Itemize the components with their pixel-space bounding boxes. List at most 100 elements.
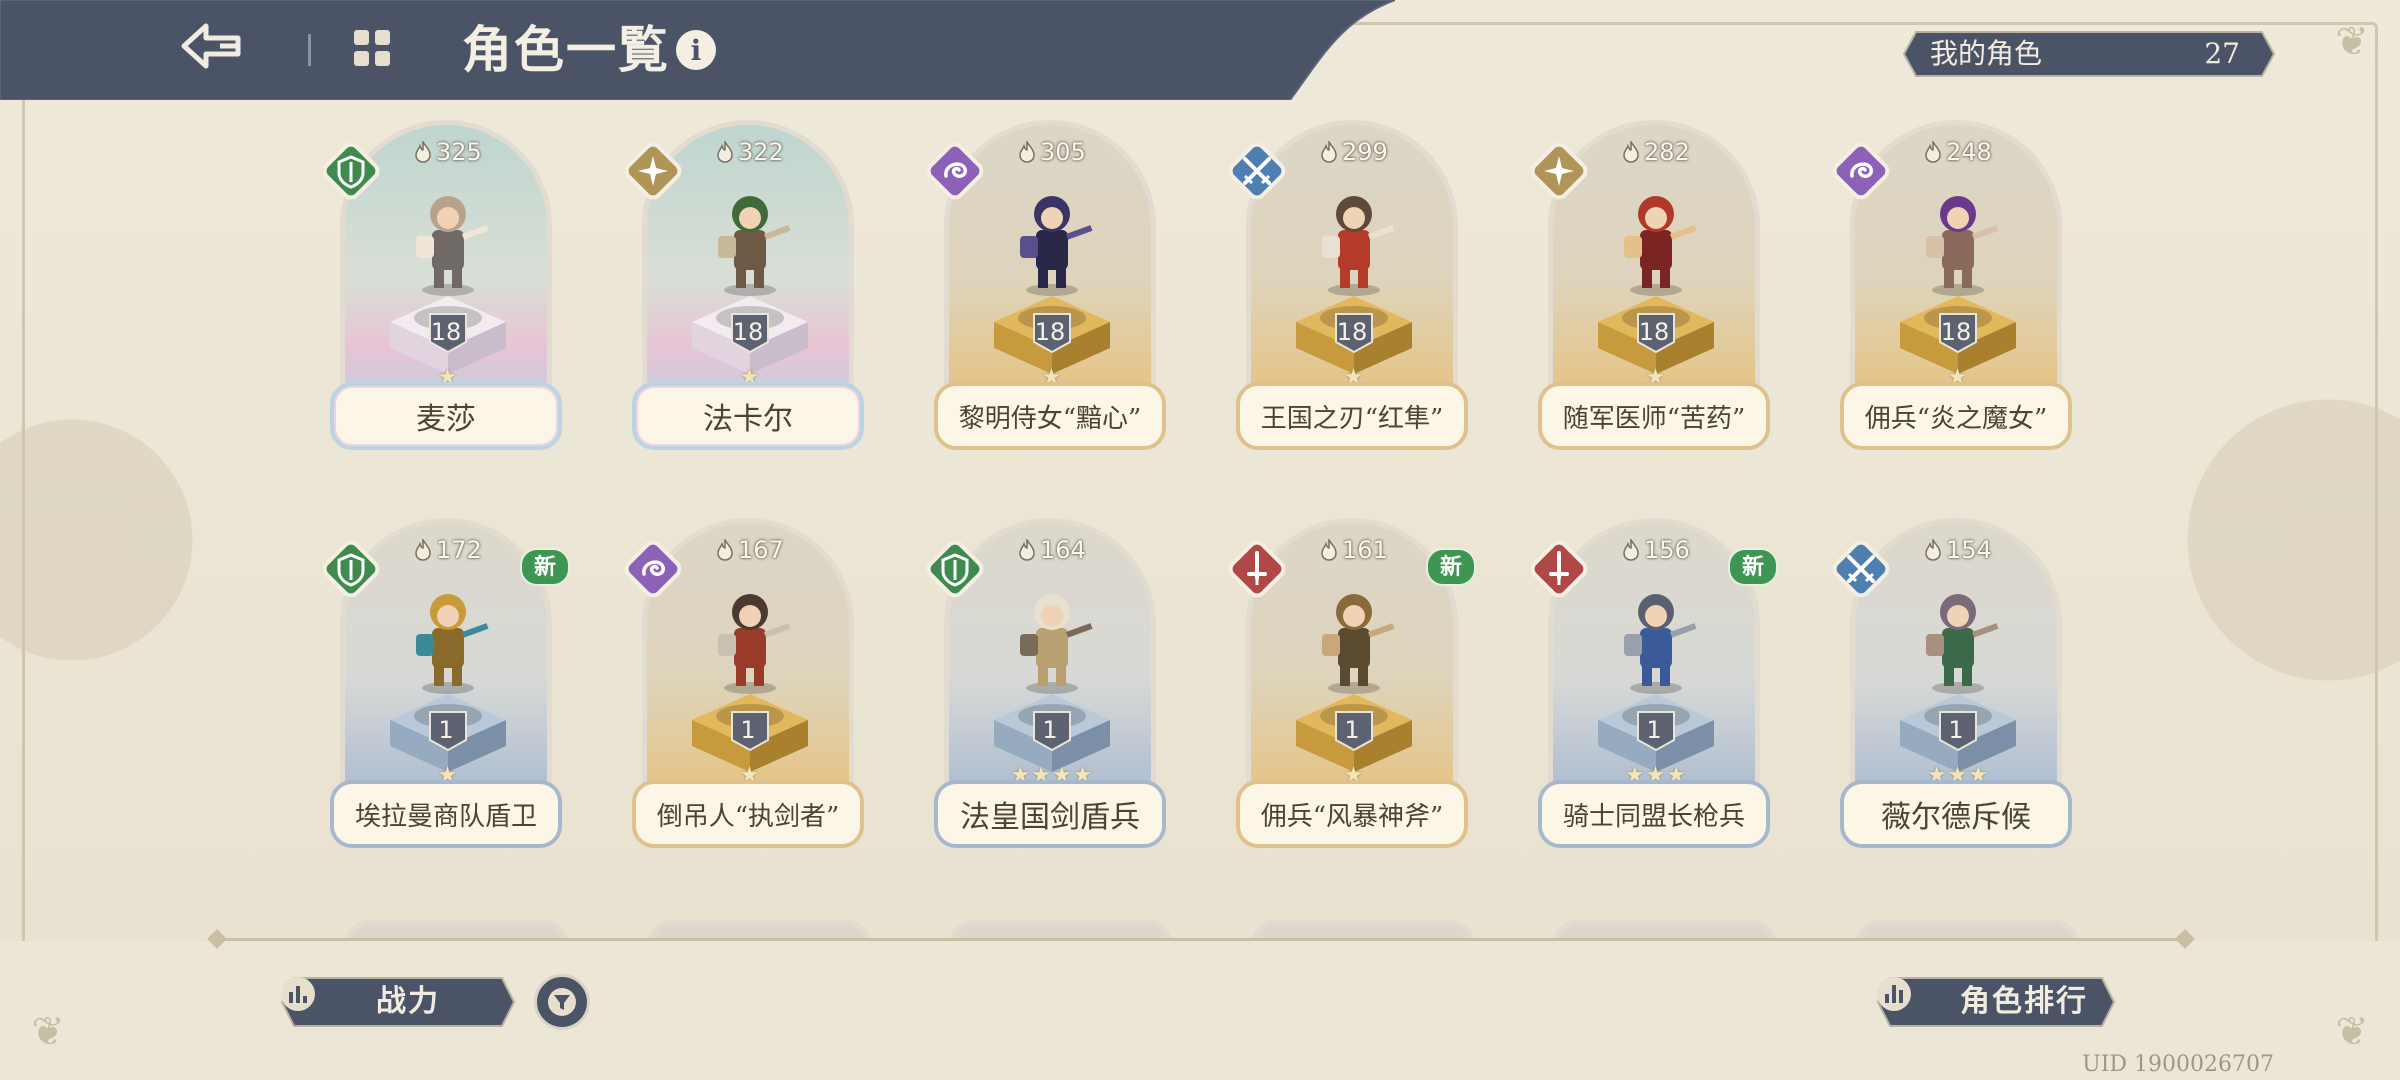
character-name-text: 骑士同盟长枪兵 xyxy=(1562,801,1745,832)
character-card[interactable]: 1 ★ 172 埃拉曼商队盾卫 新 xyxy=(322,518,570,858)
info-icon[interactable]: i xyxy=(676,30,716,70)
class-shield-icon xyxy=(322,142,380,200)
character-name: 黎明侍女“黯心” xyxy=(934,382,1166,450)
character-sprite xyxy=(1624,196,1697,296)
power-number: 154 xyxy=(1946,536,1992,564)
character-name-text: 埃拉曼商队盾卫 xyxy=(354,801,537,832)
character-sprite xyxy=(1020,594,1093,694)
flame-icon xyxy=(717,141,733,163)
power-value: 305 xyxy=(1018,136,1086,168)
power-number: 282 xyxy=(1644,138,1690,166)
character-sprite xyxy=(1322,594,1395,694)
power-value: 282 xyxy=(1622,136,1690,168)
new-badge: 新 xyxy=(520,548,570,586)
character-name-text: 法卡尔 xyxy=(703,402,793,437)
character-card[interactable]: 18 ★ 325 麦莎 xyxy=(322,120,568,460)
character-name: 倒吊人“执剑者” xyxy=(632,780,864,848)
character-name: 随军医师“苦药” xyxy=(1538,382,1770,450)
grid-menu-icon xyxy=(354,30,390,66)
my-characters-label: 我的角色 xyxy=(1930,37,2043,70)
power-value: 325 xyxy=(414,136,482,168)
new-badge: 新 xyxy=(1728,548,1778,586)
class-crossed-swords-icon xyxy=(1228,142,1286,200)
power-number: 248 xyxy=(1946,138,1992,166)
page-title: 角色一覧 xyxy=(462,20,670,79)
filter-button[interactable] xyxy=(534,974,590,1030)
character-sprite xyxy=(1926,594,1999,694)
header-divider xyxy=(308,34,311,66)
character-name: 佣兵“炎之魔女” xyxy=(1840,382,2072,450)
level-value: 1 xyxy=(1646,716,1662,744)
back-arrow-icon xyxy=(181,23,241,69)
character-name: 法皇国剑盾兵 xyxy=(934,780,1166,848)
header-bar: 角色一覧 i xyxy=(0,0,1395,100)
character-sprite xyxy=(1020,196,1093,296)
level-value: 1 xyxy=(1042,716,1058,744)
character-card[interactable]: 1 ★★★ 156 骑士同盟长枪兵 新 xyxy=(1530,518,1778,858)
flame-icon xyxy=(1623,539,1639,561)
class-shield-icon xyxy=(322,540,380,598)
character-name: 王国之刃“红隼” xyxy=(1236,382,1468,450)
sort-power-button[interactable]: 战力 xyxy=(280,976,516,1028)
character-name: 骑士同盟长枪兵 xyxy=(1538,780,1770,848)
power-value: 172 xyxy=(414,534,482,566)
menu-button[interactable] xyxy=(350,26,410,74)
character-card[interactable]: 18 ★ 305 黎明侍女“黯心” xyxy=(926,120,1172,460)
character-card[interactable]: 1 ★ 167 倒吊人“执剑者” xyxy=(624,518,870,858)
character-sprite xyxy=(416,594,489,694)
class-shield-icon xyxy=(926,540,984,598)
character-sprite xyxy=(718,594,791,694)
power-number: 305 xyxy=(1040,138,1086,166)
power-value: 164 xyxy=(1018,534,1086,566)
character-card[interactable]: 18 ★ 248 佣兵“炎之魔女” xyxy=(1832,120,2078,460)
level-value: 18 xyxy=(1940,318,1972,346)
level-value: 18 xyxy=(1336,318,1368,346)
corner-ornament: ❦ xyxy=(2335,19,2369,65)
flame-icon xyxy=(717,539,733,561)
character-card[interactable]: 1 ★ 161 佣兵“风暴神斧” 新 xyxy=(1228,518,1476,858)
character-card[interactable]: 18 ★ 322 法卡尔 xyxy=(624,120,870,460)
level-value: 18 xyxy=(430,318,462,346)
level-value: 18 xyxy=(1638,318,1670,346)
character-name-text: 佣兵“风暴神斧” xyxy=(1260,801,1444,832)
character-card[interactable]: 1 ★★★★ 164 法皇国剑盾兵 xyxy=(926,518,1172,858)
power-value: 161 xyxy=(1320,534,1388,566)
bar-chart-icon xyxy=(281,977,315,1011)
character-card[interactable]: 1 ★★★ 154 薇尔德斥候 xyxy=(1832,518,2078,858)
flame-icon xyxy=(1925,539,1941,561)
class-swirl-icon xyxy=(926,142,984,200)
sort-power-label: 战力 xyxy=(376,984,440,1019)
level-value: 18 xyxy=(732,318,764,346)
power-value: 299 xyxy=(1320,136,1388,168)
class-sword-icon xyxy=(1228,540,1286,598)
flame-icon xyxy=(1019,141,1035,163)
character-sprite xyxy=(1624,594,1697,694)
character-name-text: 法皇国剑盾兵 xyxy=(960,800,1140,835)
flame-icon xyxy=(415,141,431,163)
power-number: 156 xyxy=(1644,536,1690,564)
character-name: 薇尔德斥候 xyxy=(1840,780,2072,848)
character-card[interactable]: 18 ★ 299 王国之刃“红隼” xyxy=(1228,120,1474,460)
power-value: 322 xyxy=(716,136,784,168)
bottom-divider xyxy=(214,938,2186,941)
character-name-text: 倒吊人“执剑者” xyxy=(656,801,840,832)
character-name: 法卡尔 xyxy=(632,382,864,450)
corner-ornament: ❦ xyxy=(31,1009,65,1055)
character-sprite xyxy=(718,196,791,296)
character-name: 埃拉曼商队盾卫 xyxy=(330,780,562,848)
power-value: 248 xyxy=(1924,136,1992,168)
corner-ornament: ❦ xyxy=(2335,1009,2369,1055)
character-name: 麦莎 xyxy=(330,382,562,450)
flame-icon xyxy=(1019,539,1035,561)
flame-icon xyxy=(1623,141,1639,163)
character-sprite xyxy=(1322,196,1395,296)
back-button[interactable] xyxy=(180,18,260,82)
filter-funnel-icon xyxy=(548,988,576,1016)
character-ranking-button[interactable]: 角色排行 xyxy=(1876,976,2116,1028)
character-sprite xyxy=(416,196,489,296)
power-value: 154 xyxy=(1924,534,1992,566)
new-badge: 新 xyxy=(1426,548,1476,586)
power-number: 167 xyxy=(738,536,784,564)
character-sprite xyxy=(1926,196,1999,296)
character-card[interactable]: 18 ★ 282 随军医师“苦药” xyxy=(1530,120,1776,460)
